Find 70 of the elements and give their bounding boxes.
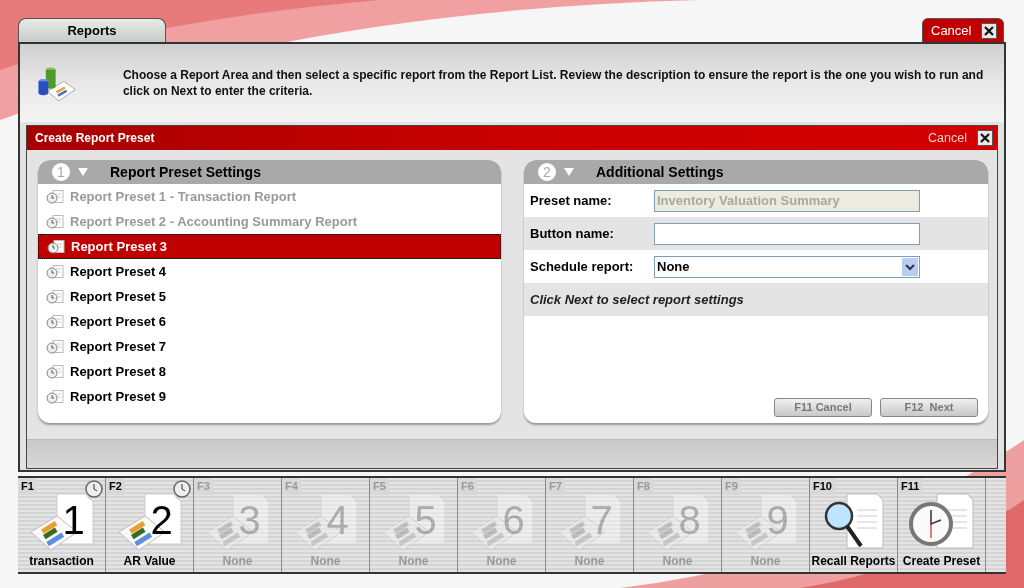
preset-number: 1 bbox=[62, 498, 85, 542]
panel-title: Additional Settings bbox=[596, 162, 724, 182]
tile-caption: Recall Reports bbox=[810, 553, 897, 570]
preset-number: 8 bbox=[678, 498, 701, 542]
dialog-title: Create Report Preset bbox=[35, 130, 155, 147]
clock-report-icon bbox=[46, 339, 64, 354]
step-number: 2 bbox=[538, 163, 556, 181]
tile-caption: None bbox=[397, 553, 430, 570]
clock-report-icon bbox=[46, 289, 64, 304]
preset-list-item[interactable]: Report Preset 7 bbox=[38, 334, 501, 359]
clock-report-icon bbox=[46, 314, 64, 329]
clock-report-icon bbox=[46, 214, 64, 229]
tile-caption: None bbox=[485, 553, 518, 570]
field-label: Schedule report: bbox=[530, 257, 635, 276]
tile-caption: None bbox=[573, 553, 606, 570]
preset-number: 4 bbox=[326, 498, 349, 542]
field-label: Preset name: bbox=[530, 191, 613, 210]
panel-title: Report Preset Settings bbox=[110, 162, 261, 182]
function-key-label: F3 bbox=[194, 478, 213, 495]
collapse-arrow-icon[interactable] bbox=[78, 168, 88, 176]
cancel-button[interactable]: Cancel bbox=[922, 18, 1004, 42]
preset-list-item[interactable]: Report Preset 5 bbox=[38, 284, 501, 309]
function-key-label: F11 bbox=[898, 478, 923, 495]
function-key-tile[interactable]: F1 1 transaction bbox=[18, 478, 106, 572]
clock-report-icon bbox=[46, 364, 64, 379]
close-icon bbox=[981, 22, 997, 39]
reports-tab[interactable]: Reports bbox=[18, 18, 166, 42]
preset-list-item[interactable]: Report Preset 4 bbox=[38, 259, 501, 284]
clock-report-icon bbox=[46, 189, 64, 204]
schedule-dropdown[interactable]: None bbox=[654, 255, 920, 278]
function-key-label: F8 bbox=[634, 478, 653, 495]
clock-report-icon bbox=[46, 264, 64, 279]
text-input-field[interactable] bbox=[654, 222, 920, 245]
clock-report-icon bbox=[46, 389, 64, 404]
instructions-text: Choose a Report Area and then select a specific report from the Report List. Review the description to ensure the report is the one you wish to run and click on Next to enter the criteria. bbox=[121, 67, 984, 99]
function-key-label: F4 bbox=[282, 478, 301, 495]
field-label: Button name: bbox=[530, 224, 615, 243]
tile-caption: None bbox=[221, 553, 254, 570]
function-key-label: F7 bbox=[546, 478, 565, 495]
dialog-cancel-button[interactable]: Cancel bbox=[928, 128, 993, 148]
preset-list-item[interactable]: Report Preset 8 bbox=[38, 359, 501, 384]
preset-number: 3 bbox=[238, 498, 261, 542]
function-key-label: F6 bbox=[458, 478, 477, 495]
preset-number: 5 bbox=[414, 498, 437, 542]
tile-caption: transaction bbox=[28, 553, 95, 570]
function-key-tile[interactable]: F11 Create Preset bbox=[898, 478, 986, 572]
tile-caption: AR Value bbox=[122, 553, 177, 570]
function-key-label: F9 bbox=[722, 478, 741, 495]
function-key-tile[interactable]: F10 Recall Reports bbox=[810, 478, 898, 572]
function-key-label: F2 bbox=[106, 478, 125, 495]
tile-caption: None bbox=[309, 553, 342, 570]
preset-list-item[interactable]: Report Preset 6 bbox=[38, 309, 501, 334]
clock-report-icon bbox=[47, 239, 65, 254]
preset-list-item[interactable]: Report Preset 9 bbox=[38, 384, 501, 409]
tile-caption: None bbox=[661, 553, 694, 570]
collapse-arrow-icon[interactable] bbox=[564, 168, 574, 176]
step-number: 1 bbox=[52, 163, 70, 181]
function-key-label: F5 bbox=[370, 478, 389, 495]
function-key-label: F1 bbox=[18, 478, 37, 495]
tile-caption: None bbox=[749, 553, 782, 570]
close-icon bbox=[977, 130, 993, 146]
preset-number: 7 bbox=[590, 498, 613, 542]
function-key-label: F10 bbox=[810, 478, 835, 495]
preset-number: 6 bbox=[502, 498, 525, 542]
preset-number: 2 bbox=[150, 498, 173, 542]
hint-text: Click Next to select report settings bbox=[530, 290, 744, 309]
preset-number: 9 bbox=[766, 498, 789, 542]
tile-caption: Create Preset bbox=[901, 553, 982, 570]
function-key-tile[interactable]: F2 2 AR Value bbox=[106, 478, 194, 572]
preset-list-item[interactable]: Report Preset 3 bbox=[38, 234, 501, 259]
